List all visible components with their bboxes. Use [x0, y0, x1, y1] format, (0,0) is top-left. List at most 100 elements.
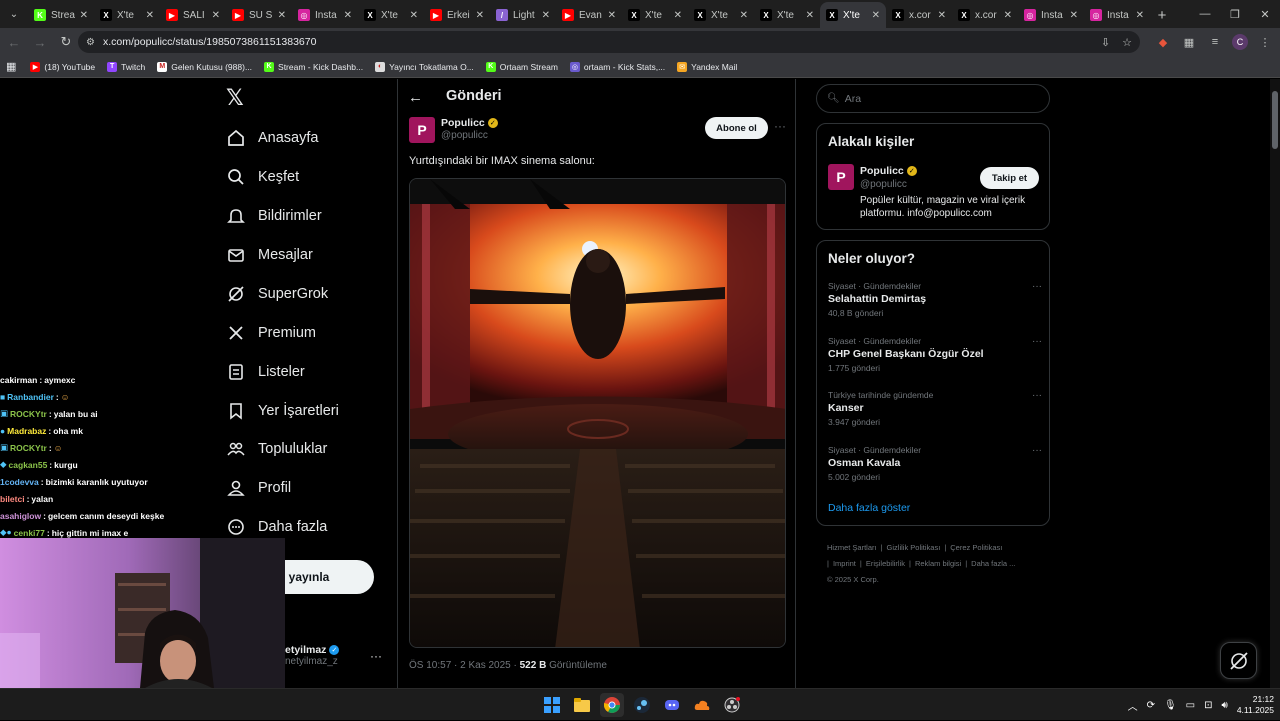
author-name[interactable]: Populicc — [441, 117, 485, 129]
nav-item-ke-fet[interactable]: Keşfet — [226, 163, 299, 191]
trend-item[interactable]: Siyaset · Gündemdekiler Selahattin Demirt… — [828, 281, 1042, 318]
minimize-icon[interactable]: — — [1190, 0, 1220, 28]
post-media-image[interactable] — [409, 178, 786, 648]
bookmark-item[interactable]: ▶ (18) YouTube — [30, 61, 95, 72]
nav-item-anasayfa[interactable]: Anasayfa — [226, 124, 318, 152]
trend-item[interactable]: Türkiye tarihinde gündemde Kanser 3.947 gö… — [828, 390, 1042, 427]
tab-close-icon[interactable]: ✕ — [608, 10, 616, 21]
chat-username[interactable]: cenki77 — [14, 528, 45, 538]
footer-link[interactable]: © 2025 X Corp. — [827, 575, 879, 584]
footer-link[interactable]: Gizlilik Politikası — [887, 543, 941, 552]
discord-icon[interactable] — [660, 693, 684, 717]
extension-icon[interactable]: ◆ — [1154, 31, 1172, 53]
browser-tab[interactable]: ◎ Insta ✕ — [292, 2, 358, 28]
trend-more-icon[interactable]: ··· — [1032, 336, 1042, 347]
nav-item-listeler[interactable]: Listeler — [226, 358, 305, 386]
chat-username[interactable]: Ranbandier — [7, 392, 54, 402]
author-handle[interactable]: @populicc — [441, 130, 498, 141]
back-icon[interactable]: ← — [2, 30, 26, 54]
tray-volume-icon[interactable]: 🔊︎ — [1222, 700, 1228, 711]
bookmark-item[interactable]: T Twitch — [107, 61, 145, 72]
footer-link[interactable]: Daha fazla ... — [971, 559, 1015, 568]
trend-name[interactable]: Osman Kavala — [828, 457, 1042, 469]
tray-chevron-icon[interactable]: ︿ — [1128, 698, 1138, 713]
x-logo-icon[interactable]: 𝕏 — [226, 87, 248, 109]
relevant-name-row[interactable]: Populicc ✓ — [860, 165, 917, 177]
chat-username[interactable]: ROCKYtr — [10, 443, 47, 453]
tab-close-icon[interactable]: ✕ — [872, 10, 880, 21]
bookmark-item[interactable]: ◐ Yayıncı Tokatlama O... — [375, 61, 474, 72]
browser-tab[interactable]: ▶ Erkei ✕ — [424, 2, 490, 28]
chat-username[interactable]: ROCKYtr — [10, 409, 47, 419]
url-text[interactable]: x.com/populicc/status/198507386115138367… — [103, 36, 1089, 48]
tab-close-icon[interactable]: ✕ — [1070, 10, 1078, 21]
trend-more-icon[interactable]: ··· — [1032, 281, 1042, 292]
trend-name[interactable]: CHP Genel Başkanı Özgür Özel — [828, 348, 1042, 360]
relevant-handle[interactable]: @populicc — [860, 179, 907, 190]
nav-item-yer-i-aretleri[interactable]: Yer İşaretleri — [226, 397, 339, 425]
tray-mic-icon[interactable]: 🎙︎ — [1164, 700, 1177, 711]
relevant-avatar[interactable]: P — [828, 164, 854, 190]
post-time[interactable]: ÖS 10:57 · 2 Kas 2025 · — [409, 660, 520, 671]
chat-username[interactable]: asahiglow — [0, 511, 41, 521]
chat-username[interactable]: cakirman — [0, 375, 37, 385]
nav-item-daha-fazla[interactable]: Daha fazla — [226, 513, 327, 541]
browser-tab[interactable]: K Strea ✕ — [28, 2, 94, 28]
trend-more-icon[interactable]: ··· — [1032, 390, 1042, 401]
nav-item-supergrok[interactable]: SuperGrok — [226, 280, 328, 308]
tab-close-icon[interactable]: ✕ — [674, 10, 682, 21]
tab-search-icon[interactable]: ⌄ — [0, 0, 28, 28]
trend-more-icon[interactable]: ··· — [1032, 445, 1042, 456]
install-icon[interactable]: ⇩ — [1101, 36, 1110, 49]
browser-tab[interactable]: X X'te ✕ — [94, 2, 160, 28]
start-icon[interactable] — [540, 693, 564, 717]
trend-name[interactable]: Kanser — [828, 402, 1042, 414]
address-bar[interactable]: ⚙ x.com/populicc/status/1985073861151383… — [78, 31, 1140, 53]
tab-close-icon[interactable]: ✕ — [938, 10, 946, 21]
tab-close-icon[interactable]: ✕ — [80, 10, 88, 21]
tray-display-icon[interactable]: ▭ — [1186, 700, 1195, 711]
tab-close-icon[interactable]: ✕ — [344, 10, 352, 21]
trend-name[interactable]: Selahattin Demirtaş — [828, 293, 1042, 305]
puzzle-icon[interactable]: ▦ — [1180, 31, 1198, 53]
browser-tab[interactable]: ▶ Evan ✕ — [556, 2, 622, 28]
apps-icon[interactable]: ▦ — [6, 60, 16, 73]
author-info[interactable]: Populicc ✓ @populicc — [441, 117, 498, 141]
star-icon[interactable]: ☆ — [1122, 36, 1132, 49]
page-scrollbar[interactable] — [1270, 79, 1280, 688]
tab-close-icon[interactable]: ✕ — [476, 10, 484, 21]
browser-tab[interactable]: ▶ SU S ✕ — [226, 2, 292, 28]
back-arrow-icon[interactable]: ← — [408, 89, 423, 106]
browser-tab[interactable]: Xx.cor ✕ — [886, 2, 952, 28]
tab-close-icon[interactable]: ✕ — [278, 10, 286, 21]
browser-tab[interactable]: ▶ SALI ✕ — [160, 2, 226, 28]
forward-icon[interactable]: → — [28, 30, 52, 54]
show-more-link[interactable]: Daha fazla göster — [828, 502, 910, 514]
footer-link[interactable]: Erişilebilirlik — [866, 559, 905, 568]
tab-close-icon[interactable]: ✕ — [806, 10, 814, 21]
media-icon[interactable]: ≡ — [1206, 31, 1224, 53]
nav-item-bildirimler[interactable]: Bildirimler — [226, 202, 322, 230]
chat-username[interactable]: cagkan55 — [9, 460, 48, 470]
tray-network-icon[interactable]: ⊡ — [1204, 700, 1212, 711]
tray-sync-icon[interactable]: ⟳ — [1147, 700, 1155, 711]
chrome-icon[interactable] — [600, 693, 624, 717]
tab-close-icon[interactable]: ✕ — [410, 10, 418, 21]
subscribe-button[interactable]: Abone ol — [705, 117, 768, 139]
clock[interactable]: 21:12 4.11.2025 — [1237, 694, 1274, 716]
file-explorer-icon[interactable] — [570, 693, 594, 717]
nav-item-profil[interactable]: Profil — [226, 474, 291, 502]
trend-item[interactable]: Siyaset · Gündemdekiler CHP Genel Başkanı… — [828, 336, 1042, 373]
footer-link[interactable]: Reklam bilgisi — [915, 559, 961, 568]
author-avatar[interactable]: P — [409, 117, 435, 143]
bookmark-item[interactable]: ✉ Yandex Mail — [677, 61, 737, 72]
tab-close-icon[interactable]: ✕ — [1136, 10, 1144, 21]
steam-icon[interactable] — [630, 693, 654, 717]
tab-close-icon[interactable]: ✕ — [740, 10, 748, 21]
nav-item-premium[interactable]: Premium — [226, 319, 316, 347]
account-more-icon[interactable]: ··· — [370, 649, 382, 663]
browser-tab[interactable]: X X'te ✕ — [754, 2, 820, 28]
chat-username[interactable]: biletci — [0, 494, 25, 504]
tab-close-icon[interactable]: ✕ — [542, 10, 550, 21]
bookmark-item[interactable]: K Stream - Kick Dashb... — [264, 61, 363, 72]
